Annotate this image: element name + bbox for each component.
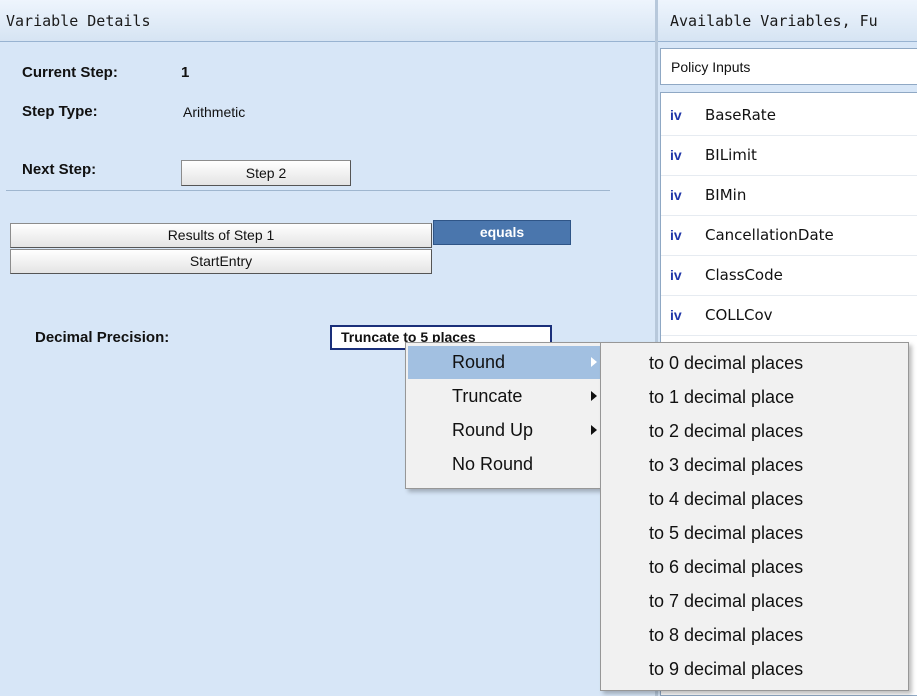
submenu-item-label: to 4 decimal places	[649, 489, 804, 509]
variable-row-classcode[interactable]: iv ClassCode	[661, 255, 917, 296]
submenu-item-2-places[interactable]: to 2 decimal places	[603, 414, 907, 448]
submenu-item-label: to 5 decimal places	[649, 523, 804, 543]
menu-item-label: No Round	[452, 454, 534, 474]
input-variable-icon: iv	[670, 107, 682, 123]
menu-item-no-round[interactable]: No Round	[408, 448, 606, 481]
submenu-item-3-places[interactable]: to 3 decimal places	[603, 448, 907, 482]
variable-name: COLLCov	[705, 306, 773, 324]
variable-row-collcov[interactable]: iv COLLCov	[661, 295, 917, 336]
variable-row-bimin[interactable]: iv BIMin	[661, 175, 917, 216]
menu-item-label: Round Up	[452, 420, 534, 440]
input-variable-icon: iv	[670, 307, 682, 323]
next-step-label: Next Step:	[22, 161, 97, 178]
variable-name: ClassCode	[705, 266, 783, 284]
variable-row-bilimit[interactable]: iv BILimit	[661, 135, 917, 176]
submenu-arrow-icon	[591, 357, 597, 367]
submenu-item-label: to 8 decimal places	[649, 625, 804, 645]
variable-name: BaseRate	[705, 106, 776, 124]
decimal-precision-label: Decimal Precision:	[35, 329, 170, 346]
submenu-item-7-places[interactable]: to 7 decimal places	[603, 584, 907, 618]
menu-item-label: Round	[452, 352, 506, 372]
current-step-value: 1	[181, 64, 190, 81]
menu-item-round-up[interactable]: Round Up	[408, 414, 606, 447]
submenu-item-label: to 1 decimal place	[649, 387, 795, 407]
submenu-item-label: to 7 decimal places	[649, 591, 804, 611]
variable-name: BIMin	[705, 186, 747, 204]
menu-item-label: Truncate	[452, 386, 523, 406]
submenu-item-label: to 0 decimal places	[649, 353, 804, 373]
submenu-item-8-places[interactable]: to 8 decimal places	[603, 618, 907, 652]
available-variables-header: Available Variables, Fu	[658, 0, 917, 42]
round-submenu: to 0 decimal places to 1 decimal place t…	[600, 342, 909, 691]
submenu-item-1-place[interactable]: to 1 decimal place	[603, 380, 907, 414]
variable-name: BILimit	[705, 146, 757, 164]
variable-name: CancellationDate	[705, 226, 834, 244]
menu-item-truncate[interactable]: Truncate	[408, 380, 606, 413]
submenu-arrow-icon	[591, 391, 597, 401]
current-step-label: Current Step:	[22, 64, 118, 81]
input-variable-icon: iv	[670, 227, 682, 243]
variable-row-baserate[interactable]: iv BaseRate	[661, 95, 917, 136]
operator-equals-button[interactable]: equals	[433, 220, 571, 245]
submenu-item-label: to 2 decimal places	[649, 421, 804, 441]
submenu-item-label: to 6 decimal places	[649, 557, 804, 577]
next-step-button[interactable]: Step 2	[181, 160, 351, 186]
variable-details-header: Variable Details	[0, 0, 655, 42]
submenu-item-9-places[interactable]: to 9 decimal places	[603, 652, 907, 686]
results-of-step-button[interactable]: Results of Step 1	[10, 223, 432, 248]
submenu-item-4-places[interactable]: to 4 decimal places	[603, 482, 907, 516]
submenu-item-0-places[interactable]: to 0 decimal places	[603, 346, 907, 380]
submenu-item-6-places[interactable]: to 6 decimal places	[603, 550, 907, 584]
input-variable-icon: iv	[670, 187, 682, 203]
step-type-label: Step Type:	[22, 103, 98, 120]
submenu-item-label: to 3 decimal places	[649, 455, 804, 475]
category-select[interactable]: Policy Inputs	[660, 48, 917, 85]
variable-row-cancellationdate[interactable]: iv CancellationDate	[661, 215, 917, 256]
precision-context-menu: Round Truncate Round Up No Round	[405, 342, 609, 489]
submenu-arrow-icon	[591, 425, 597, 435]
submenu-item-5-places[interactable]: to 5 decimal places	[603, 516, 907, 550]
input-variable-icon: iv	[670, 267, 682, 283]
input-variable-icon: iv	[670, 147, 682, 163]
separator	[6, 190, 610, 191]
submenu-item-label: to 9 decimal places	[649, 659, 804, 679]
start-entry-button[interactable]: StartEntry	[10, 249, 432, 274]
menu-item-round[interactable]: Round	[408, 346, 606, 379]
step-type-value: Arithmetic	[183, 104, 246, 120]
